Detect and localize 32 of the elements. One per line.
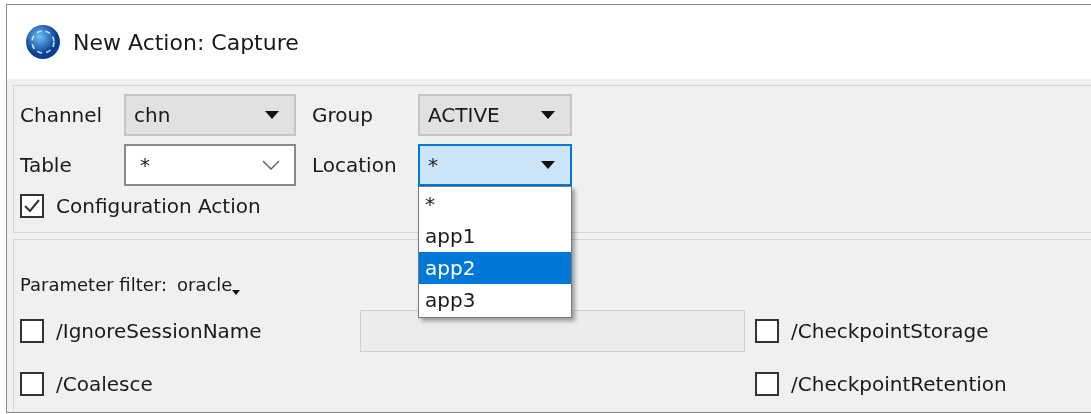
field-label: Group (312, 103, 374, 127)
combo-field[interactable]: * (124, 144, 296, 186)
chevron-icon (262, 160, 280, 170)
checkbox[interactable] (20, 194, 44, 218)
dropdown-option[interactable]: * (419, 188, 571, 220)
checkbox[interactable] (755, 372, 779, 396)
field-label: Table (20, 153, 73, 177)
checkbox-label: /CheckpointRetention (791, 372, 1007, 396)
caret-icon (232, 289, 241, 295)
dropdown-option[interactable]: app1 (419, 220, 571, 252)
checkbox[interactable] (755, 319, 779, 343)
filter-label: Parameter filter: (20, 273, 167, 295)
dropdown[interactable]: ACTIVE (418, 94, 572, 136)
checkbox-label: /IgnoreSessionName (56, 319, 262, 343)
dropdown-option[interactable]: app3 (419, 284, 571, 316)
dropdown-option[interactable]: app2 (419, 252, 571, 284)
checkbox-label: Configuration Action (56, 194, 261, 218)
caret-icon (540, 160, 556, 170)
globe-icon (25, 24, 61, 60)
checkbox-label: /CheckpointStorage (791, 319, 989, 343)
filter-dropdown[interactable]: oracle (177, 273, 241, 295)
window-title: New Action: Capture (73, 29, 299, 55)
text-field[interactable] (360, 310, 745, 352)
caret-icon (264, 110, 280, 120)
dropdown[interactable]: chn (124, 94, 296, 136)
field-label: Location (312, 153, 398, 177)
checkbox[interactable] (20, 319, 44, 343)
dropdown[interactable]: * (418, 144, 572, 186)
field-label: Channel (20, 103, 104, 127)
caret-icon (540, 110, 556, 120)
checkbox[interactable] (20, 372, 44, 396)
checkbox-label: /Coalesce (56, 372, 153, 396)
